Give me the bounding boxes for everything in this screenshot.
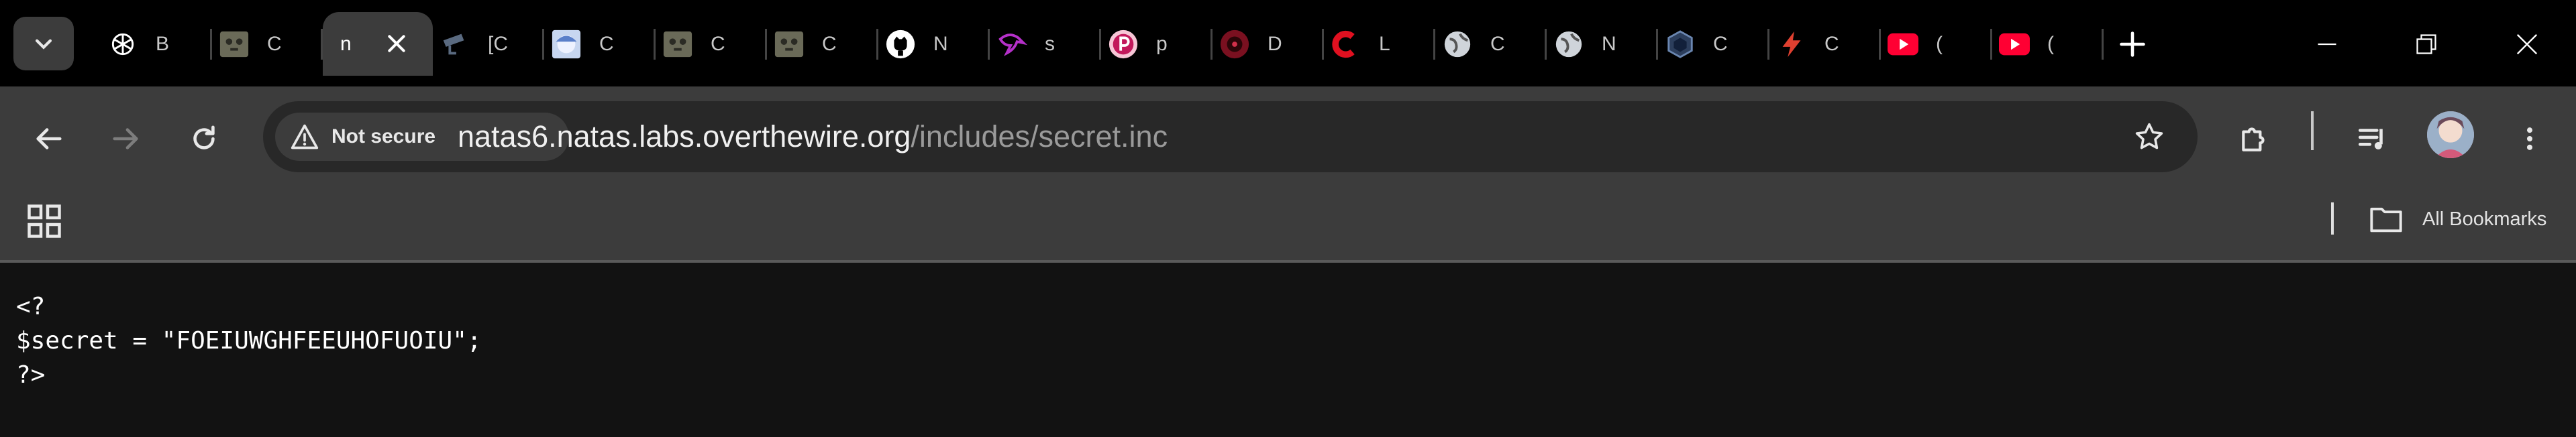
reload-button[interactable] bbox=[177, 112, 231, 166]
back-button[interactable] bbox=[21, 112, 75, 166]
arrow-right-icon bbox=[113, 128, 138, 149]
tab-youtube-1[interactable]: ( bbox=[1881, 12, 1992, 76]
chatgpt-icon bbox=[107, 29, 138, 60]
tab-cat-1[interactable]: C bbox=[212, 12, 323, 76]
globe-icon bbox=[1442, 29, 1473, 60]
menu-button[interactable] bbox=[2503, 112, 2557, 166]
tab-anime[interactable]: C bbox=[544, 12, 656, 76]
plus-icon bbox=[2120, 32, 2145, 57]
code-line: $secret = "FOEIUWGHFEEUHOFUOIU"; bbox=[16, 327, 482, 355]
tab-search-button[interactable] bbox=[13, 17, 74, 70]
security-chip-label: Not secure bbox=[331, 125, 436, 147]
media-controls-button[interactable] bbox=[2346, 112, 2400, 166]
close-window-button[interactable] bbox=[2507, 24, 2547, 64]
folder-icon bbox=[2370, 207, 2402, 233]
bookmarks-bar bbox=[0, 188, 2576, 260]
kebab-menu-icon bbox=[2526, 127, 2533, 150]
content-divider bbox=[0, 260, 2576, 263]
camera-icon bbox=[440, 29, 470, 60]
tab-globe-1[interactable]: C bbox=[1435, 12, 1547, 76]
reload-icon bbox=[193, 125, 215, 149]
new-tab-button[interactable] bbox=[2112, 24, 2153, 64]
tab-active[interactable]: n bbox=[323, 12, 433, 76]
playlist-icon bbox=[2358, 129, 2383, 149]
cat-image-icon bbox=[662, 29, 693, 60]
address-bar[interactable]: Not secure natas6.natas.labs.overthewire… bbox=[263, 101, 2198, 172]
cat-image-icon bbox=[774, 29, 805, 60]
anime-avatar-icon bbox=[551, 29, 582, 60]
tab-camera[interactable]: [C bbox=[433, 12, 544, 76]
profile-avatar[interactable] bbox=[2427, 111, 2474, 158]
tab-github[interactable]: N bbox=[878, 12, 990, 76]
restore-icon bbox=[2416, 34, 2436, 54]
all-bookmarks-label: All Bookmarks bbox=[2422, 208, 2547, 230]
github-icon bbox=[885, 29, 916, 60]
forward-button[interactable] bbox=[99, 112, 153, 166]
tab-chatgpt[interactable]: B bbox=[101, 12, 212, 76]
url-path: /includes/secret.inc bbox=[911, 119, 1168, 153]
arrow-left-icon bbox=[36, 128, 62, 149]
minimize-icon bbox=[2318, 43, 2336, 46]
pink-p-icon bbox=[1108, 29, 1139, 60]
tab-lightning[interactable]: C bbox=[1769, 12, 1881, 76]
extensions-button[interactable] bbox=[2228, 112, 2281, 166]
youtube-icon bbox=[1999, 29, 2030, 60]
tab-separator bbox=[2102, 29, 2104, 60]
tab-strip: B C n [C C C C N s p D L C N C C (( bbox=[0, 0, 2576, 86]
tab-pink-p[interactable]: p bbox=[1101, 12, 1213, 76]
star-icon bbox=[2135, 123, 2163, 149]
code-line: <? bbox=[16, 293, 46, 320]
restore-button[interactable] bbox=[2406, 24, 2446, 64]
toolbar: Not secure natas6.natas.labs.overthewire… bbox=[0, 86, 2576, 188]
hexagon-icon bbox=[1665, 29, 1696, 60]
tab-purple-bird[interactable]: s bbox=[990, 12, 1101, 76]
red-c-icon bbox=[1331, 29, 1361, 60]
youtube-icon bbox=[1888, 29, 1918, 60]
tab-dark-red[interactable]: D bbox=[1213, 12, 1324, 76]
close-icon bbox=[2516, 34, 2538, 55]
url-host: natas6.natas.labs.overthewire.org bbox=[458, 119, 911, 153]
tab-red-c[interactable]: L bbox=[1324, 12, 1435, 76]
warning-triangle-icon bbox=[289, 121, 321, 153]
chevron-down-icon bbox=[35, 39, 52, 50]
tab-youtube-2[interactable]: ( bbox=[1992, 12, 2104, 76]
close-tab-icon[interactable] bbox=[383, 30, 410, 57]
tab-cat-3[interactable]: C bbox=[767, 12, 878, 76]
apps-grid-icon bbox=[28, 204, 61, 238]
globe-icon bbox=[1553, 29, 1584, 60]
profile-picture-icon bbox=[2427, 111, 2474, 158]
dark-red-globe-icon bbox=[1219, 29, 1250, 60]
tab-list: B C n [C C C C N s p D L C N C C (( bbox=[101, 12, 2104, 76]
all-bookmarks-button[interactable]: All Bookmarks bbox=[2369, 202, 2546, 236]
tab-hexagon[interactable]: C bbox=[1658, 12, 1769, 76]
lightning-icon bbox=[1776, 29, 1807, 60]
minimize-button[interactable] bbox=[2307, 24, 2347, 64]
url-text[interactable]: natas6.natas.labs.overthewire.org/includ… bbox=[458, 119, 1168, 155]
bookmark-star-button[interactable] bbox=[2129, 117, 2169, 157]
page-content: <? $secret = "FOEIUWGHFEEUHOFUOIU"; ?> bbox=[16, 290, 482, 392]
code-line: ?> bbox=[16, 361, 46, 389]
bookmarks-divider bbox=[2331, 202, 2334, 235]
cat-image-icon bbox=[219, 29, 250, 60]
purple-bird-icon bbox=[996, 29, 1027, 60]
puzzle-icon bbox=[2242, 127, 2265, 151]
tab-globe-2[interactable]: N bbox=[1547, 12, 1658, 76]
toolbar-divider bbox=[2311, 111, 2314, 150]
apps-button[interactable] bbox=[24, 201, 64, 241]
tab-cat-2[interactable]: C bbox=[656, 12, 767, 76]
